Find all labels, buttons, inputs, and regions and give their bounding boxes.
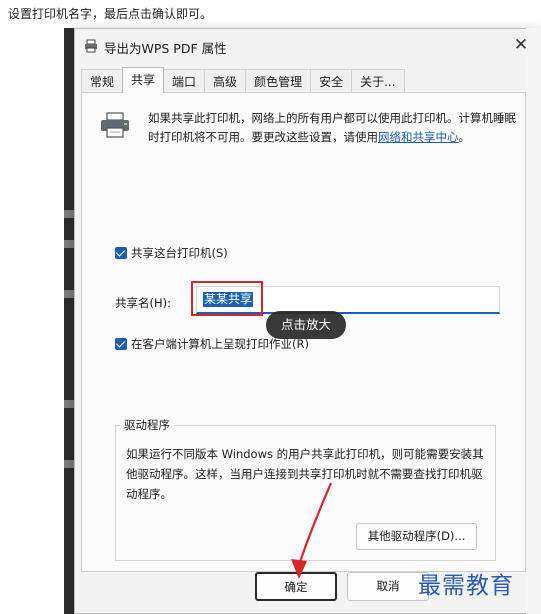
printer-icon: [85, 39, 97, 53]
tab-about[interactable]: 关于...: [351, 69, 405, 93]
tab-sharing[interactable]: 共享: [122, 67, 165, 93]
share-printer-label: 共享这台打印机(S): [131, 246, 228, 260]
intro-suffix: 。: [458, 130, 471, 144]
cancel-button[interactable]: 取消: [347, 572, 429, 601]
printer-properties-dialog: 导出为WPS PDF 属性 ✕ 常规 共享 端口 高级 颜色管理 安全 关于..…: [74, 28, 540, 614]
share-name-label: 共享名(H):: [115, 296, 171, 310]
sharing-intro: 如果共享此打印机，网络上的所有用户都可以使用此打印机。计算机睡眠时打印机将不可用…: [148, 109, 518, 147]
tab-color-management[interactable]: 颜色管理: [245, 69, 312, 93]
background-edge: [64, 28, 74, 614]
network-sharing-center-link[interactable]: 网络和共享中心: [378, 130, 459, 144]
additional-drivers-button[interactable]: 其他驱动程序(D)...: [356, 523, 477, 550]
background-fragment: [64, 460, 74, 468]
checkbox-checked-icon: [115, 338, 127, 350]
printer-icon: [101, 112, 129, 138]
background-fragment: [64, 210, 74, 218]
highlight-box: [191, 281, 263, 316]
background-fragment: [64, 240, 74, 248]
tab-security[interactable]: 安全: [310, 69, 353, 93]
tab-advanced[interactable]: 高级: [204, 69, 247, 93]
tab-general[interactable]: 常规: [81, 69, 124, 93]
annotation-arrow-icon: [291, 482, 333, 579]
page-caption: 设置打印机名字，最后点击确认即可。: [8, 7, 213, 21]
watermark: 最需教育: [418, 573, 514, 599]
zoom-button[interactable]: 点击放大: [266, 311, 346, 339]
drivers-legend: 驱动程序: [120, 417, 174, 433]
tab-ports[interactable]: 端口: [163, 69, 206, 93]
background-edge-right: [526, 28, 541, 614]
checkbox-checked-icon: [115, 247, 127, 259]
background-fragment: [64, 290, 74, 298]
background-fragment: [64, 400, 74, 408]
tab-bar: 常规 共享 端口 高级 颜色管理 安全 关于...: [81, 67, 405, 93]
share-printer-checkbox[interactable]: 共享这台打印机(S): [115, 245, 228, 261]
dialog-titlebar[interactable]: 导出为WPS PDF 属性 ✕: [75, 29, 539, 63]
dialog-title: 导出为WPS PDF 属性: [104, 41, 227, 56]
